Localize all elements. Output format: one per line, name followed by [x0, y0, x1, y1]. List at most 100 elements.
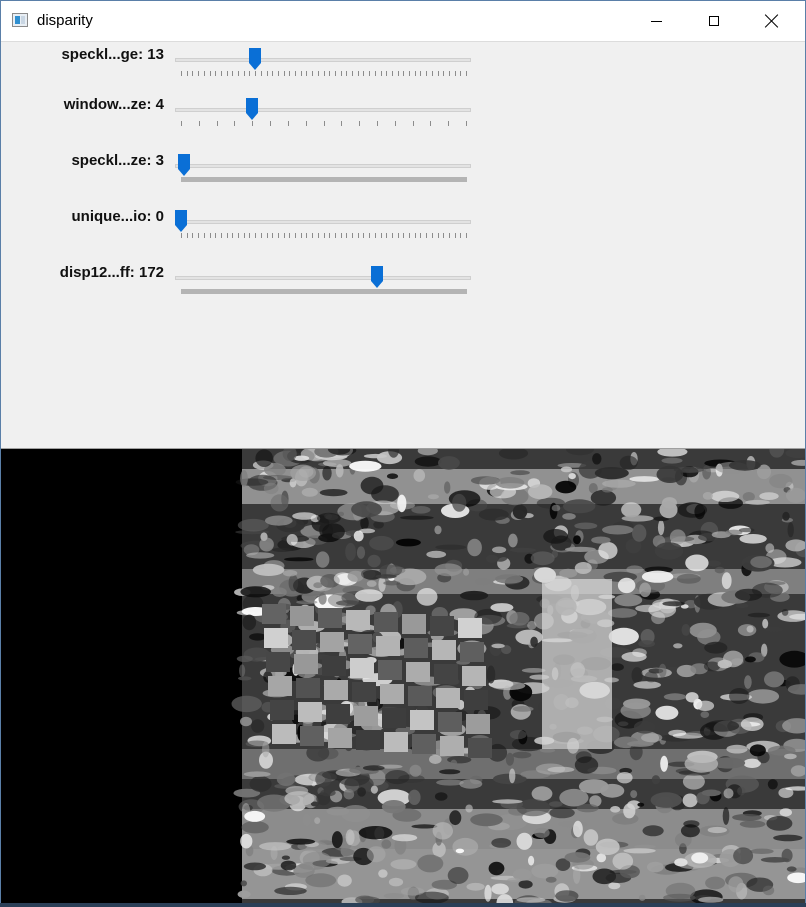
trackbar-thumb[interactable]: [246, 98, 259, 120]
trackbar-tick: [369, 71, 371, 76]
trackbar-ticks: [181, 121, 467, 127]
trackbar-tick: [409, 233, 410, 238]
trackbar-tick: [289, 233, 291, 238]
trackbar-tick: [317, 233, 319, 238]
trackbar-tick: [312, 233, 314, 238]
trackbar-tick: [341, 121, 343, 126]
trackbar-tick: [305, 121, 307, 126]
trackbar-track[interactable]: [175, 220, 471, 224]
trackbar-tick: [403, 233, 405, 238]
close-icon: [765, 14, 779, 28]
trackbar-tick: [363, 233, 365, 238]
trackbar-tick: [323, 121, 325, 126]
trackbar-tick: [334, 233, 336, 238]
minimize-button[interactable]: [633, 1, 679, 41]
trackbar-tick: [283, 233, 285, 238]
trackbar-ticks: [181, 233, 467, 239]
trackbar-tick: [232, 233, 234, 238]
trackbar-tick: [334, 71, 336, 76]
trackbar-tick: [220, 71, 222, 76]
trackbar-tick: [215, 71, 217, 76]
trackbar-tick: [243, 233, 245, 238]
trackbar-tick: [466, 289, 467, 294]
trackbar-tick: [359, 121, 361, 126]
trackbar-panel: speckl...ge: 13 window...ze: 4 speckl...…: [1, 42, 805, 449]
trackbar-tick: [380, 233, 382, 238]
trackbar-tick: [357, 71, 359, 76]
trackbar-label: disp12...ff: 172: [59, 264, 164, 281]
trackbar-tick: [374, 71, 376, 76]
trackbar-tick: [431, 71, 433, 76]
close-button[interactable]: [749, 1, 795, 41]
trackbar-tick: [209, 71, 211, 76]
trackbar-tick: [226, 233, 228, 238]
trackbar-tick: [220, 233, 222, 238]
maximize-icon: [709, 16, 719, 26]
trackbar-tick: [306, 71, 308, 76]
trackbar-tick: [357, 233, 359, 238]
maximize-button[interactable]: [691, 1, 737, 41]
trackbar-tick: [300, 233, 302, 238]
trackbar-tick: [329, 233, 331, 238]
trackbar-track[interactable]: [175, 58, 471, 62]
trackbar-tick: [238, 233, 239, 238]
trackbar-thumb[interactable]: [371, 266, 384, 288]
trackbar-uniqueness-ratio: unique...io: 0: [1, 204, 501, 254]
trackbar-tick: [249, 233, 251, 238]
trackbar-tick: [266, 233, 268, 238]
trackbar-tick: [448, 121, 450, 126]
trackbar-tick: [420, 71, 422, 76]
trackbar-tick: [277, 233, 279, 238]
trackbar-tick: [209, 233, 211, 238]
trackbar-ticks: [181, 289, 467, 295]
trackbar-tick: [376, 121, 378, 126]
trackbar-tick: [323, 233, 325, 238]
trackbar-tick: [192, 233, 194, 238]
trackbar-tick: [352, 71, 353, 76]
trackbar-tick: [243, 71, 245, 76]
trackbar-track[interactable]: [175, 164, 471, 168]
trackbar-tick: [391, 233, 393, 238]
trackbar-thumb[interactable]: [249, 48, 262, 70]
trackbar-tick: [226, 71, 228, 76]
trackbar-tick: [266, 71, 268, 76]
trackbar-tick: [431, 233, 433, 238]
trackbar-tick: [270, 121, 272, 126]
title-bar[interactable]: disparity: [1, 1, 805, 42]
trackbar-tick: [363, 71, 365, 76]
trackbar-tick: [374, 233, 376, 238]
trackbar-tick: [420, 233, 422, 238]
trackbar-tick: [454, 71, 456, 76]
trackbar-track[interactable]: [175, 108, 471, 112]
trackbar-tick: [192, 71, 194, 76]
trackbar-tick: [272, 71, 274, 76]
trackbar-tick: [287, 121, 289, 126]
trackbar-tick: [295, 233, 296, 238]
trackbar-tick: [181, 71, 182, 76]
trackbar-window-size: window...ze: 4: [1, 92, 501, 142]
trackbar-tick: [397, 233, 399, 238]
trackbar-tick: [369, 233, 371, 238]
trackbar-tick: [466, 121, 467, 126]
trackbar-track[interactable]: [175, 276, 471, 280]
trackbar-tick: [272, 233, 274, 238]
trackbar-tick: [414, 71, 416, 76]
trackbar-tick: [260, 71, 262, 76]
trackbar-speckle-window-size: speckl...ze: 3: [1, 148, 501, 198]
trackbar-tick: [352, 233, 353, 238]
trackbar-tick: [448, 71, 450, 76]
trackbar-thumb[interactable]: [177, 154, 190, 176]
trackbar-thumb[interactable]: [175, 210, 187, 232]
trackbar-tick: [238, 71, 239, 76]
trackbar-tick: [460, 71, 462, 76]
taskbar-edge: [0, 903, 806, 907]
trackbar-tick: [306, 233, 308, 238]
trackbar-tick: [216, 121, 218, 126]
window-title: disparity: [37, 12, 93, 29]
disparity-map: [231, 449, 805, 904]
trackbar-tick: [260, 233, 262, 238]
trackbar-tick: [181, 121, 182, 126]
trackbar-tick: [414, 233, 416, 238]
trackbar-tick: [466, 233, 467, 238]
trackbar-tick: [255, 233, 257, 238]
